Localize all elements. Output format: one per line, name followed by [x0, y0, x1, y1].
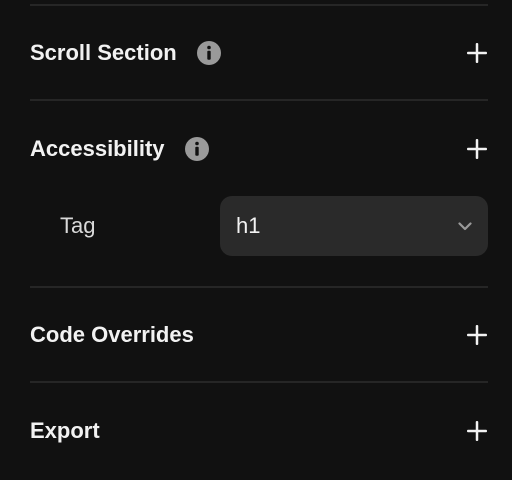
plus-icon[interactable]: [466, 42, 488, 64]
section-title: Scroll Section: [30, 40, 177, 65]
code-overrides-section-header[interactable]: Code Overrides: [30, 315, 488, 355]
section-title: Accessibility: [30, 136, 165, 161]
divider: [30, 99, 488, 101]
divider: [30, 381, 488, 383]
properties-panel: Scroll Section Accessibility Tag h1 Code…: [0, 0, 512, 480]
export-section-header[interactable]: Export: [30, 411, 488, 451]
section-title: Export: [30, 418, 100, 443]
chevron-down-icon: [456, 217, 474, 235]
tag-label: Tag: [60, 213, 96, 238]
section-title: Code Overrides: [30, 322, 194, 347]
plus-icon[interactable]: [466, 138, 488, 160]
scroll-section-header[interactable]: Scroll Section: [30, 33, 488, 73]
tag-select[interactable]: h1: [220, 196, 488, 256]
tag-select-value: h1: [236, 213, 261, 238]
accessibility-section-header[interactable]: Accessibility: [30, 129, 488, 169]
info-icon[interactable]: [184, 137, 209, 161]
plus-icon[interactable]: [466, 420, 488, 442]
divider: [30, 286, 488, 288]
tag-row: Tag h1: [30, 196, 488, 256]
info-icon[interactable]: [196, 41, 221, 65]
divider: [30, 4, 488, 6]
plus-icon[interactable]: [466, 324, 488, 346]
